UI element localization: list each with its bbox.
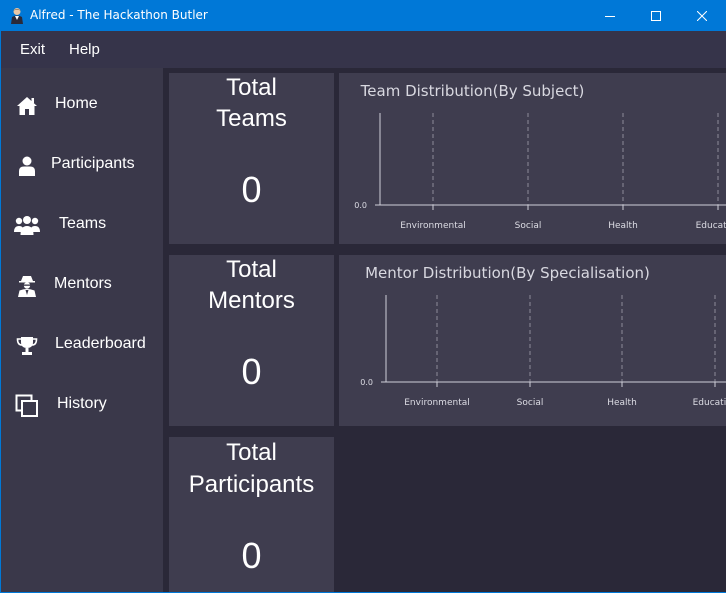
y-tick-label: 0.0	[360, 378, 373, 387]
window-title-bar[interactable]: Alfred - The Hackathon Butler	[0, 0, 726, 31]
x-tick-label: Education	[693, 398, 726, 408]
sidebar-item-label: Home	[55, 95, 98, 112]
stat-title-line2: Participants	[188, 471, 315, 498]
maximize-icon	[651, 10, 661, 21]
team-distribution-chart: Team Distribution(By Subject) 0.0 Environ…	[339, 73, 726, 244]
mentor-icon	[14, 273, 40, 299]
group-icon	[14, 213, 40, 239]
minimize-button[interactable]	[587, 0, 633, 31]
sidebar-item-label: Teams	[59, 215, 107, 232]
trophy-icon	[14, 333, 40, 359]
mentor-distribution-plot: 0.0 Environmental Social Health Education	[360, 295, 726, 408]
total-participants-card: Total Participants 0	[169, 437, 334, 592]
x-tick-label: Education	[696, 221, 726, 231]
sidebar: Home Participants Teams Mentors Leaderbo…	[1, 68, 163, 592]
menu-bar: Exit Help	[0, 31, 726, 68]
maximize-button[interactable]	[633, 0, 679, 31]
dashboard-main: Total Teams 0 Team Distribution(By Subje…	[163, 68, 726, 592]
close-button[interactable]	[679, 0, 725, 31]
window-border-left	[0, 31, 1, 593]
total-teams-value: 0	[241, 169, 262, 210]
home-icon	[14, 93, 40, 119]
minimize-icon	[605, 15, 615, 17]
mentor-distribution-chart: Mentor Distribution(By Specialisation) 0…	[339, 255, 726, 426]
sidebar-item-participants[interactable]: Participants	[1, 140, 163, 192]
total-participants-value: 0	[241, 535, 262, 576]
sidebar-item-label: Leaderboard	[55, 335, 146, 352]
x-tick-label: Environmental	[400, 221, 465, 231]
x-tick-label: Health	[607, 398, 637, 408]
history-icon	[14, 393, 40, 419]
sidebar-item-mentors[interactable]: Mentors	[1, 260, 163, 312]
sidebar-item-history[interactable]: History	[1, 380, 163, 432]
x-tick-label: Social	[515, 221, 542, 231]
sidebar-item-teams[interactable]: Teams	[1, 200, 163, 252]
sidebar-item-label: History	[57, 395, 107, 412]
team-distribution-plot: 0.0 Environmental Social Health Education	[354, 113, 726, 231]
sidebar-item-label: Participants	[51, 155, 135, 172]
sidebar-item-home[interactable]: Home	[1, 80, 163, 132]
menu-exit[interactable]: Exit	[20, 41, 45, 58]
sidebar-item-leaderboard[interactable]: Leaderboard	[1, 320, 163, 372]
butler-avatar-icon	[9, 7, 25, 24]
x-tick-label: Health	[608, 221, 638, 231]
person-icon	[14, 153, 40, 179]
window-title: Alfred - The Hackathon Butler	[30, 8, 208, 22]
total-mentors-value: 0	[241, 351, 262, 392]
stat-title-line1: Total	[226, 256, 277, 283]
stat-title-line2: Mentors	[208, 287, 295, 314]
y-tick-label: 0.0	[354, 201, 367, 210]
close-icon	[697, 10, 707, 21]
x-tick-label: Social	[517, 398, 544, 408]
x-tick-label: Environmental	[404, 398, 469, 408]
sidebar-item-label: Mentors	[54, 275, 112, 292]
stat-title-line2: Teams	[216, 105, 287, 132]
menu-help[interactable]: Help	[69, 41, 100, 58]
total-mentors-card: Total Mentors 0	[169, 255, 334, 426]
stat-title-line1: Total	[226, 439, 277, 466]
